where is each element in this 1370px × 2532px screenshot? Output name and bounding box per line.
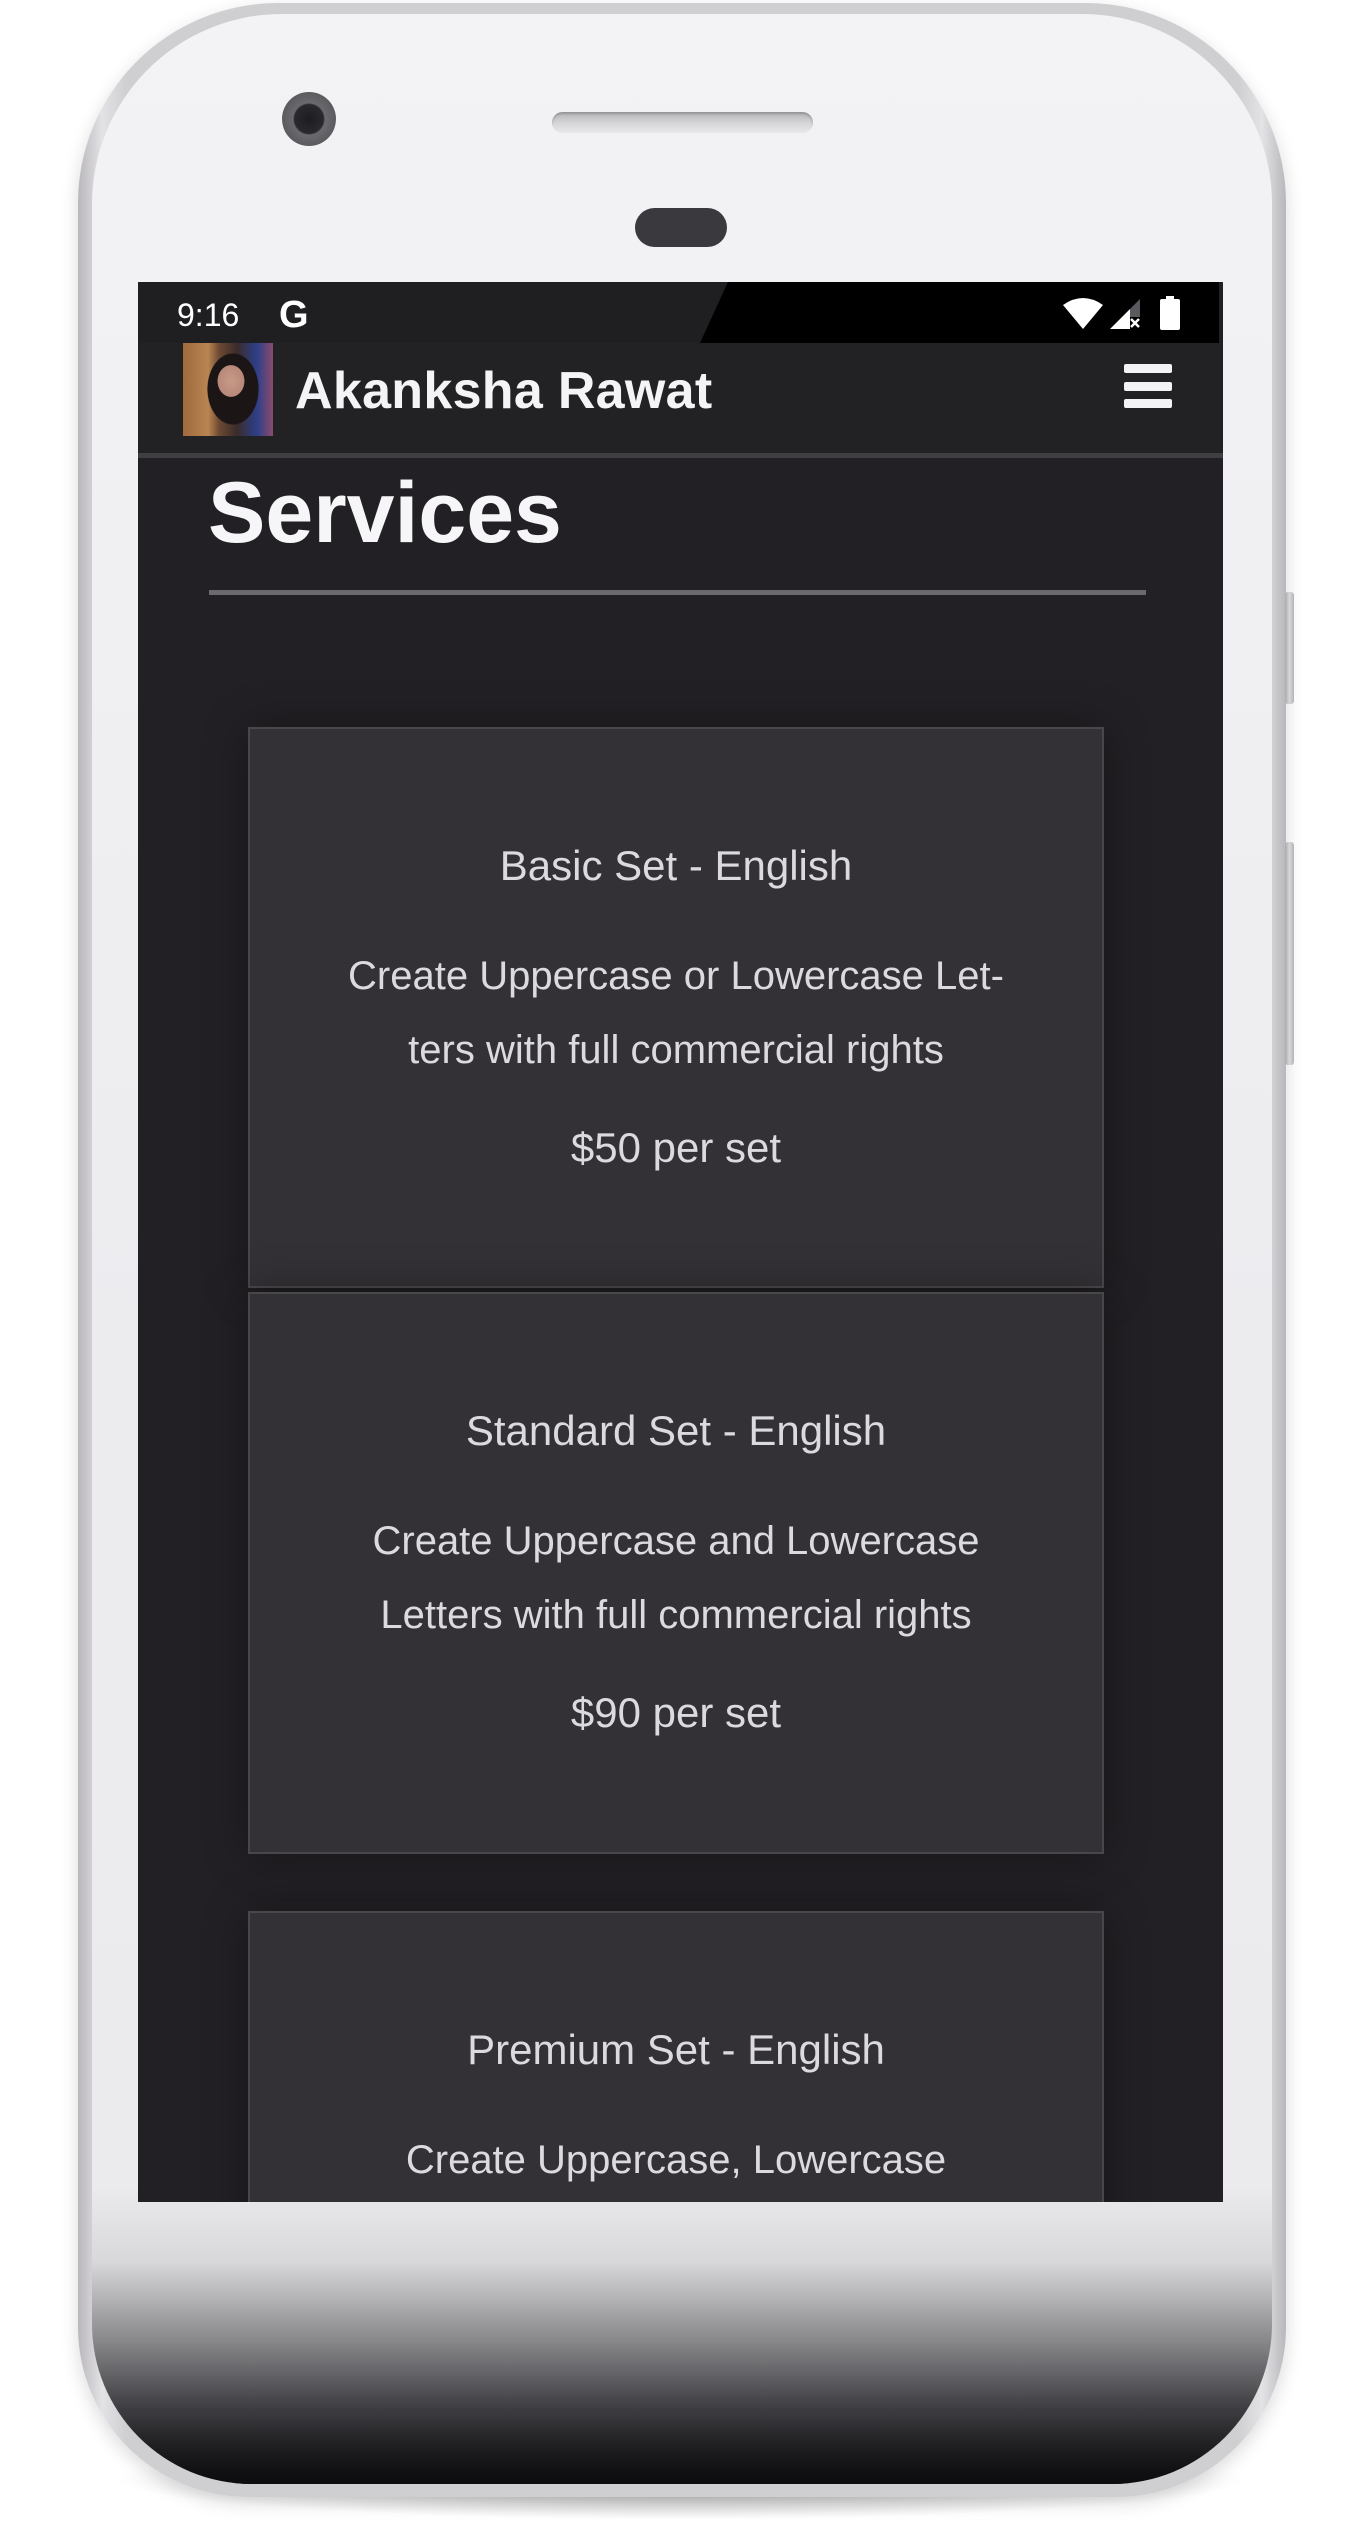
wifi-icon [1063,298,1103,329]
service-title: Basic Set - English [499,842,853,889]
google-g-icon: G [279,294,309,336]
menu-bar [1124,399,1172,408]
battery-icon [1160,296,1180,330]
status-bar: 9:16 G [138,282,1219,343]
service-card[interactable]: Premium Set - English Create Uppercase, … [248,1911,1104,2202]
page-title: Services [208,465,562,561]
top-navbar: Akanksha Rawat [138,343,1223,458]
cellular-signal-icon [1110,299,1140,329]
menu-bar [1124,364,1172,373]
service-description: Create Uppercase or Lowercase Let-ters w… [348,954,1004,1072]
services-section: Services Basic Set - English Create Uppe… [138,458,1223,2202]
front-camera [282,92,336,146]
volume-button [1285,842,1294,1065]
site-name[interactable]: Akanksha Rawat [295,361,712,421]
service-card[interactable]: Basic Set - English Create Uppercase or … [248,727,1104,1288]
proximity-sensor [635,208,727,247]
earpiece-speaker [552,112,813,133]
service-title: Premium Set - English [467,2026,885,2073]
menu-bar [1124,381,1172,391]
service-card[interactable]: Standard Set - English Create Uppercase … [248,1292,1104,1854]
service-price: $50 per set [570,1124,782,1171]
title-divider [209,590,1146,595]
avatar[interactable] [183,343,273,436]
status-time: 9:16 [177,297,240,333]
power-button [1285,592,1294,704]
service-description: Create Uppercase and Lowercase Letters w… [372,1519,980,1637]
service-description: Create Uppercase, Lowercase [405,2138,947,2182]
hamburger-menu-icon[interactable] [1124,364,1172,408]
phone-screen: 9:16 G Akanksha Rawat Services Basic Set… [138,282,1223,2202]
service-price: $90 per set [570,1689,782,1736]
service-title: Standard Set - English [465,1407,887,1454]
